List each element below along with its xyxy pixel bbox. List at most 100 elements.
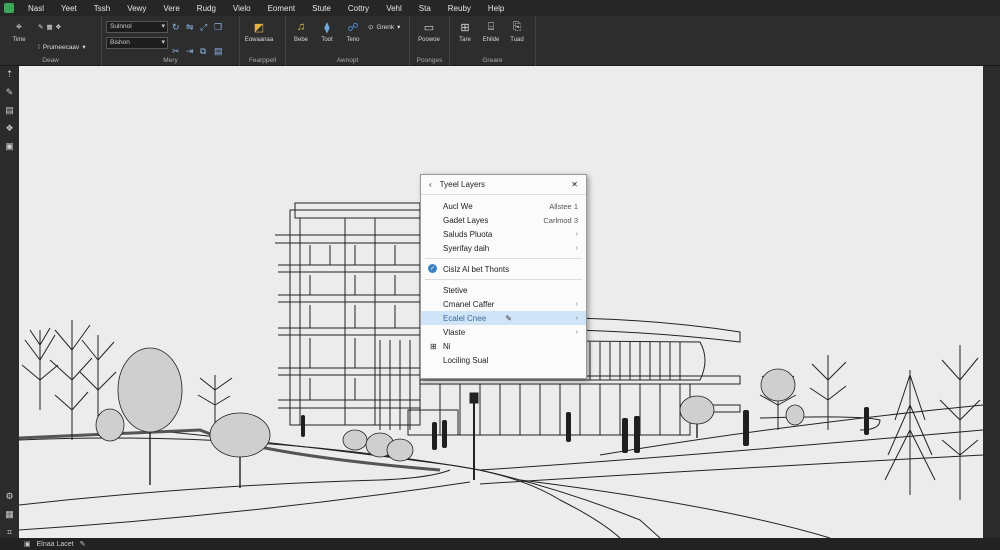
annotate-label-4: Grenk [376,23,395,31]
bare-tree-6 [809,355,847,430]
grid-icon: ⊞ [430,341,437,351]
text-icon: ♫ [296,21,306,33]
status-text: Elnaa Lacet [36,540,74,548]
edit-block-icon: ⎘ [512,20,522,33]
bare-tree-1 [21,327,59,410]
menu-item[interactable]: Eoment [268,4,296,13]
view-tool-icon[interactable]: ▣ [4,140,16,152]
menu-item[interactable]: Yeet [61,4,77,13]
menu-item[interactable]: Vielo [233,4,251,13]
right-panel-edge [983,66,1000,538]
balcony-6 [278,399,420,409]
tree-crown-9 [785,404,805,426]
menu-item[interactable]: Nasl [28,4,44,13]
select-tool-icon[interactable]: ⇡ [4,68,16,80]
layers-icon: ◩ [253,21,265,34]
linetype-combo[interactable]: Bishon [106,37,168,49]
pencil-tool-icon[interactable]: ✎ [4,86,16,98]
menu-item-checked[interactable]: ✓ Cislz Al bet Thonts [421,262,586,276]
annotate-label-1: Bebe [293,37,308,43]
insert-icon: ⌸ [487,20,495,33]
menu-item-highlighted[interactable]: Ecalel Cnee ✎ › [421,311,586,325]
menu-item[interactable]: Help [488,4,504,13]
shortcut-label: Allstee 1 [549,201,578,211]
menu-item-locking[interactable]: Lociling Sual [421,353,586,367]
cursor-icon: ⌖ [15,20,23,33]
group-label-properties: Poonges [416,57,443,64]
menu-item-vlaste[interactable]: Vlaste › [421,325,586,339]
menu-item[interactable]: Sta [419,4,431,13]
annotate-dropdown[interactable]: ⊙ Grenk ▾ [368,19,401,32]
close-icon[interactable]: ✕ [571,180,578,189]
menu-separator [425,279,582,280]
mirror-icon[interactable]: ⇋ [186,22,198,43]
group-label-draw: Deaw [42,57,59,64]
settings-tool-icon[interactable]: ⚙ [4,490,16,502]
menu-item[interactable]: Tssh [94,4,110,13]
menu-item-label: Gadet Layes [443,215,489,225]
menu-item-channel[interactable]: Cmanel Caffer › [421,297,586,311]
person-8 [864,407,869,435]
ribbon-group-create: ⊞ Tare ⌸ Ehilde ⎘ Tuad Greare [450,16,536,66]
chevron-right-icon: › [575,244,578,252]
chevron-right-icon: › [575,230,578,238]
tree-crown-8 [760,368,796,402]
edit-icon[interactable]: ✎ [80,540,86,548]
dropdown-icon: ▾ [397,24,401,31]
bare-tree-7 [939,345,981,500]
dimension-icon: ⧫ [324,21,330,34]
dropdown-icon: ▾ [82,44,86,51]
layer-tool-icon[interactable]: ▤ [4,104,16,116]
leader-icon: ☍ [347,21,359,34]
paint-tool-icon[interactable]: ❖ [4,122,16,134]
menu-item-label: Cmanel Caffer [443,299,495,309]
style-combo[interactable]: Sulnnol [106,21,168,33]
draw-property-label: Prumeecaav [42,43,80,51]
draw-property-row[interactable]: ⁞ Prumeecaav ▾ [38,41,86,53]
menu-item-ni[interactable]: ⊞ Ni [421,339,586,353]
menu-item-symmetry[interactable]: Syerifay daih › [421,241,586,255]
left-toolbar: ⇡ ✎ ▤ ❖ ▣ ⚙ ▦ ⌗ [0,66,19,538]
menu-item-label: Saluds Pluota [443,229,493,239]
tree-crown-7 [679,395,715,425]
scale-icon[interactable]: ⤢ [200,22,212,43]
chevron-right-icon: › [575,314,578,322]
group-label-annotate: Awnopt [336,57,359,64]
menu-item-stetive[interactable]: Stetive [421,283,586,297]
road-curve-4 [19,481,471,531]
person-2 [432,422,437,450]
model-icon[interactable]: ▣ [24,540,31,548]
menu-item-solids[interactable]: Saluds Pluota › [421,227,586,241]
person-5 [622,418,628,453]
menu-item[interactable]: Rudg [197,4,216,13]
menu-item-label: Lociling Sual [443,355,489,365]
pencil-icon: ✎ [505,313,512,323]
menu-separator [425,258,582,259]
menu-item-label: Cislz Al bet Thonts [443,264,510,274]
rotate-icon[interactable]: ↻ [172,22,184,43]
context-menu-header[interactable]: ‹ Tyeel Layers ✕ [421,175,586,195]
copy-icon[interactable]: ❐ [214,22,226,43]
checkmark-icon: ✓ [428,264,437,273]
group-label-modify: Mery [163,57,178,64]
tree-crown-2 [95,408,125,442]
menu-item-get-layers[interactable]: Gadet Layes Carlmod 3 [421,213,586,227]
menu-item[interactable]: Vere [163,4,179,13]
menu-item[interactable]: Vehl [386,4,402,13]
balcony-3 [278,294,420,303]
person-3 [442,420,447,448]
menu-item[interactable]: Stute [312,4,331,13]
bare-tree-2 [49,320,93,440]
menu-item-add-view[interactable]: Aucl We Allstee 1 [421,199,586,213]
balcony-1 [275,234,420,244]
draw-option-row[interactable]: ✎ ▦ ✥ [38,21,86,33]
snap-tool-icon[interactable]: ⌗ [4,526,16,538]
grid-tool-icon[interactable]: ▦ [4,508,16,520]
menu-item[interactable]: Vewy [127,4,146,13]
group-label-layers: Fearppell [248,57,277,64]
conifer-tree [884,370,936,495]
annotate-label-2: Toot [321,37,333,43]
menu-item[interactable]: Reuby [448,4,471,13]
status-bar: ▣ Elnaa Lacet ✎ [0,538,1000,550]
menu-item[interactable]: Cottry [348,4,369,13]
